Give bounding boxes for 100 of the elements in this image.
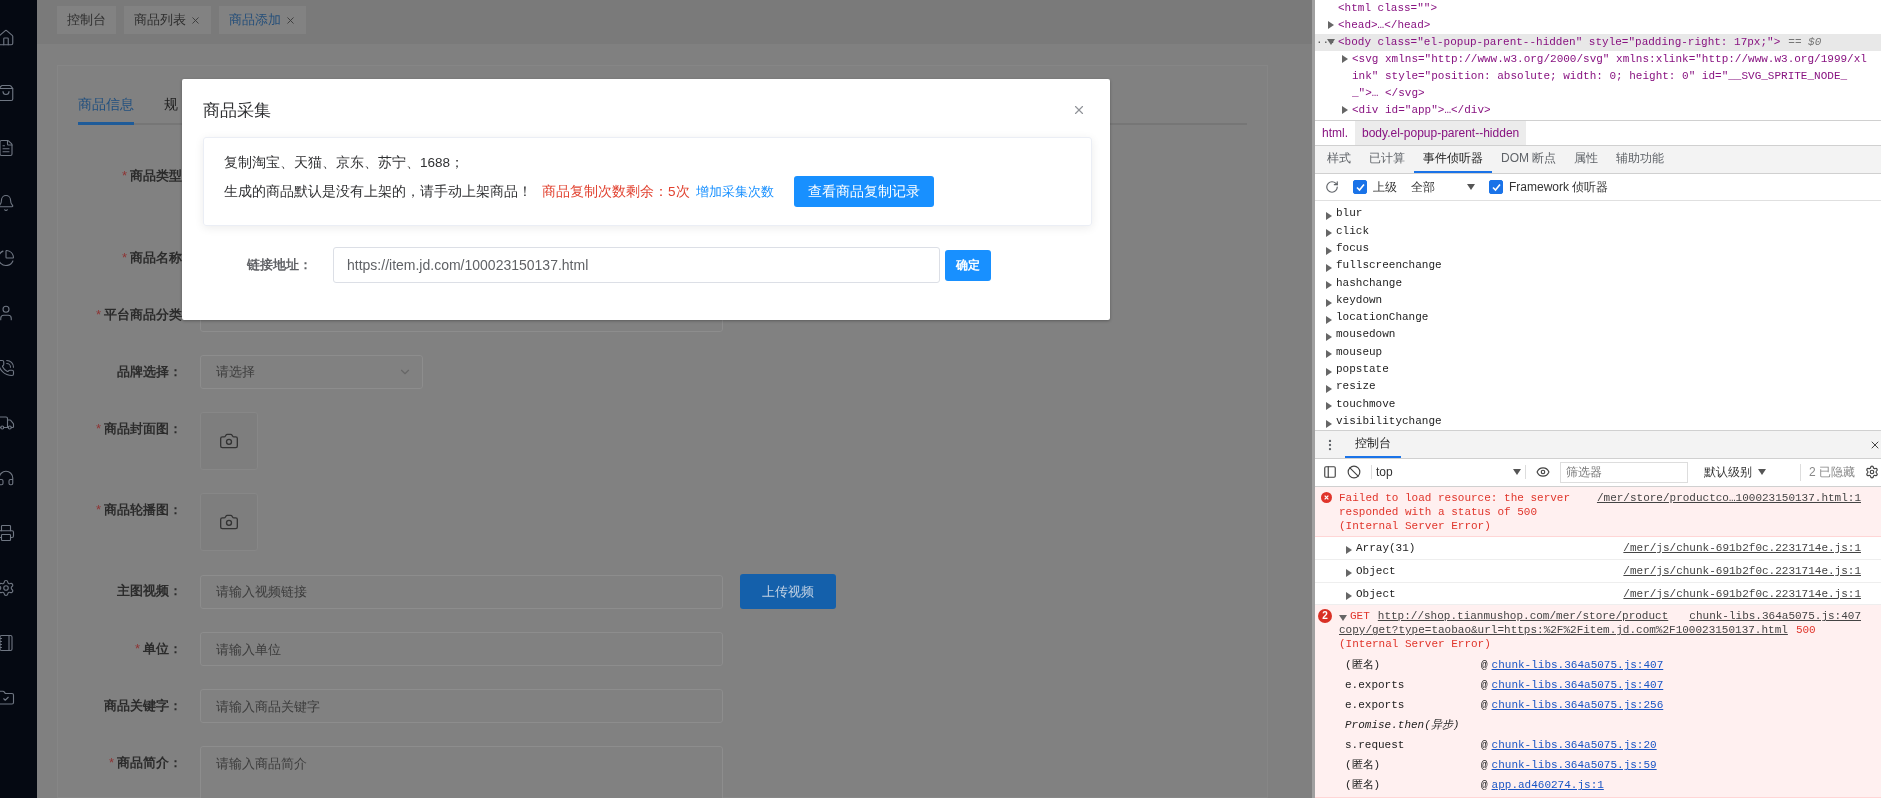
- text-input-field[interactable]: 请输入视频链接: [200, 574, 723, 609]
- event-listener-item[interactable]: blur: [1336, 205, 1363, 223]
- event-listener-item[interactable]: focus: [1336, 239, 1369, 258]
- request-url-link[interactable]: http://shop.tianmushop.com/mer/store/product: [1377, 609, 1669, 624]
- home-icon[interactable]: [0, 29, 15, 47]
- event-listener-item[interactable]: mouseup: [1336, 343, 1383, 362]
- log-message[interactable]: Object: [1356, 563, 1396, 578]
- drawer-tab[interactable]: 控制台: [1345, 431, 1401, 458]
- panel-tab[interactable]: 已计算: [1360, 146, 1414, 173]
- document-icon[interactable]: [0, 139, 15, 157]
- error-icon: [1321, 491, 1332, 503]
- panel-tab[interactable]: DOM 断点: [1492, 146, 1566, 173]
- expand-triangle-icon[interactable]: [1325, 212, 1333, 220]
- event-listener-item[interactable]: keydown: [1336, 291, 1383, 310]
- event-listener-item[interactable]: locationChange: [1336, 309, 1429, 327]
- dom-node-line[interactable]: <div id="app">…</div>: [1315, 102, 1881, 119]
- source-link[interactable]: chunk-libs.364a5075.js:407: [1677, 609, 1861, 624]
- upload-video-button[interactable]: 上传视频: [740, 574, 836, 609]
- form-label: 品牌选择：: [116, 363, 182, 381]
- image-upload-tile[interactable]: [200, 412, 258, 470]
- pie-chart-icon[interactable]: [0, 249, 15, 267]
- log-message[interactable]: Array(31): [1356, 540, 1416, 555]
- dom-node-line[interactable]: <html class="">: [1315, 0, 1881, 17]
- text-input-field[interactable]: 请输入商品关键字: [200, 689, 723, 723]
- breadcrumb-item[interactable]: body.el-popup-parent--hidden: [1355, 121, 1527, 146]
- event-listener-item[interactable]: click: [1336, 222, 1369, 240]
- checkbox[interactable]: [1353, 180, 1367, 195]
- sidebar-toggle-icon[interactable]: [1323, 465, 1337, 480]
- printer-icon[interactable]: [0, 524, 15, 542]
- shopping-bag-icon[interactable]: [0, 84, 15, 102]
- stack-location-link[interactable]: chunk-libs.364a5075.js:407: [1491, 675, 1664, 696]
- phone-icon[interactable]: [0, 359, 15, 377]
- expand-triangle-icon[interactable]: [1345, 568, 1353, 577]
- expand-triangle-icon[interactable]: [1339, 614, 1347, 623]
- source-link[interactable]: /mer/js/chunk-691b2f0c.2231714e.js:1: [1611, 586, 1861, 601]
- expand-triangle-icon[interactable]: [1327, 21, 1335, 29]
- stack-location-link[interactable]: chunk-libs.364a5075.js:407: [1491, 655, 1664, 676]
- listener-filter-select[interactable]: 全部: [1411, 178, 1475, 196]
- text-input-field[interactable]: 请输入单位: [200, 632, 723, 666]
- settings-icon[interactable]: [0, 579, 15, 597]
- form-label: * 商品类型: [120, 167, 182, 185]
- stack-location-link[interactable]: chunk-libs.364a5075.js:256: [1491, 695, 1664, 716]
- event-listener-item[interactable]: mousedown: [1336, 326, 1396, 344]
- headphones-icon[interactable]: [0, 469, 15, 487]
- notebook-icon[interactable]: [0, 634, 15, 652]
- expand-triangle-icon[interactable]: [1327, 38, 1335, 46]
- event-listener-item[interactable]: hashchange: [1336, 274, 1402, 292]
- page-tag[interactable]: 商品列表: [124, 6, 211, 34]
- page-tag[interactable]: 控制台: [57, 6, 116, 34]
- event-listener-item[interactable]: popstate: [1336, 361, 1389, 379]
- request-url-link[interactable]: copy/get?type=taobao&url=https:%2F%2Fitem.jd.com%2F100023150137.html: [1339, 623, 1788, 638]
- form-label: 商品关键字：: [103, 697, 182, 715]
- checkbox[interactable]: [1489, 180, 1503, 195]
- source-link[interactable]: /mer/store/productco…100023150137.html:1: [1584, 490, 1861, 505]
- request-method: GET: [1350, 609, 1370, 624]
- panel-tab[interactable]: 样式: [1318, 146, 1360, 173]
- textarea-field[interactable]: 请输入商品简介: [200, 746, 723, 798]
- panel-tab[interactable]: 辅助功能: [1607, 146, 1674, 173]
- event-listener-item[interactable]: fullscreenchange: [1336, 257, 1442, 275]
- log-levels-select[interactable]: 默认级别: [1704, 463, 1766, 481]
- event-listener-item[interactable]: resize: [1336, 378, 1376, 396]
- expand-triangle-icon[interactable]: [1341, 106, 1349, 114]
- bell-icon[interactable]: [0, 194, 15, 212]
- panel-tab[interactable]: 事件侦听器: [1414, 146, 1492, 173]
- user-icon[interactable]: [0, 304, 15, 322]
- filter-input-field[interactable]: 筛选器: [1560, 461, 1688, 483]
- stack-location-link[interactable]: chunk-libs.364a5075.js:20: [1491, 735, 1657, 756]
- breadcrumb-item[interactable]: html.: [1315, 121, 1355, 146]
- expand-triangle-icon[interactable]: [1341, 55, 1349, 63]
- at-sign: @: [1481, 778, 1488, 794]
- source-link[interactable]: /mer/js/chunk-691b2f0c.2231714e.js:1: [1611, 540, 1861, 555]
- expand-triangle-icon[interactable]: [1325, 385, 1333, 393]
- url-input-field[interactable]: https://item.jd.com/100023150137.html: [333, 247, 940, 283]
- eye-icon[interactable]: [1536, 465, 1550, 480]
- settings-icon[interactable]: [1865, 465, 1879, 480]
- log-message[interactable]: Object: [1356, 586, 1396, 601]
- form-label: * 平台商品分类: [94, 306, 182, 324]
- hidden-count-text: 2 已隐藏: [1800, 463, 1855, 481]
- image-upload-tile[interactable]: [200, 493, 258, 551]
- at-sign: @: [1481, 658, 1488, 674]
- event-listener-item[interactable]: visibilitychange: [1336, 412, 1442, 431]
- dom-node-line[interactable]: <head>…</head>: [1315, 17, 1881, 34]
- error-message: Failed to load resource: the server responded with a status of 500 (Internal Server Error): [1339, 490, 1572, 533]
- stack-location-link[interactable]: chunk-libs.364a5075.js:59: [1491, 755, 1657, 776]
- clear-console-icon[interactable]: [1347, 465, 1361, 480]
- at-sign: @: [1481, 698, 1488, 714]
- event-listener-item[interactable]: touchmove: [1336, 395, 1396, 413]
- form-tab[interactable]: 规: [164, 86, 178, 125]
- dom-node-line[interactable]: <svg xmlns="http://www.w3.org/2000/svg" xmlns:xlink="http://www.w3.org/1999/xlink" style="position: absolute; width: 0; height: 0" id="__SVG_SPRITE_NODE__">… </svg>: [1315, 51, 1881, 102]
- stack-function-name: s.request: [1345, 738, 1406, 754]
- source-link[interactable]: /mer/js/chunk-691b2f0c.2231714e.js:1: [1611, 563, 1861, 578]
- expand-triangle-icon[interactable]: [1345, 591, 1353, 600]
- stack-location-link[interactable]: app.ad460274.js:1: [1491, 775, 1604, 796]
- expand-triangle-icon[interactable]: [1345, 545, 1353, 554]
- context-select[interactable]: top: [1371, 465, 1526, 480]
- panel-tab[interactable]: 属性: [1565, 146, 1608, 173]
- refresh-icon[interactable]: [1325, 180, 1339, 195]
- truck-icon[interactable]: [0, 414, 15, 432]
- folder-check-icon[interactable]: [0, 689, 15, 707]
- notice-text: 生成的商品默认是没有上架的，请手动上架商品！: [224, 182, 532, 201]
